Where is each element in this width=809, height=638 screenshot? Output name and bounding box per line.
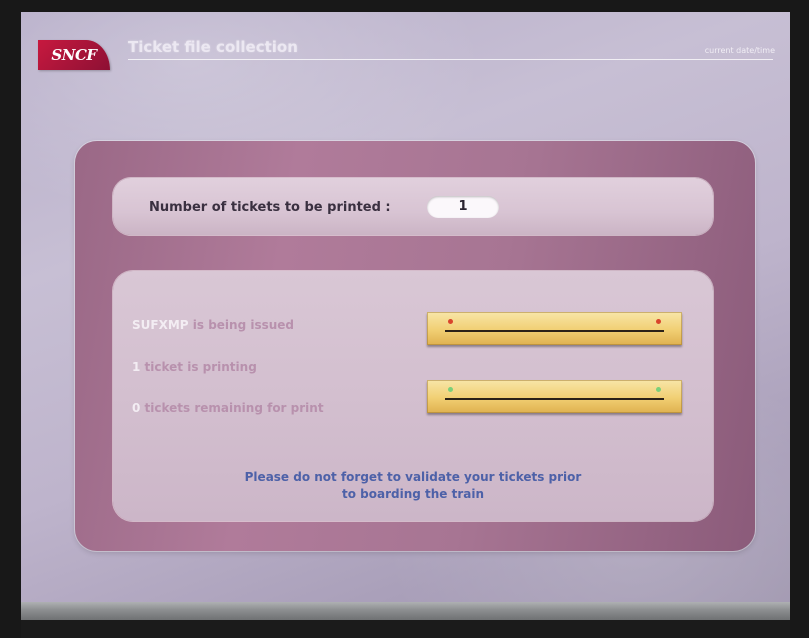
remaining-status-text: tickets remaining for print [140, 401, 324, 415]
issuing-progress-bar [427, 312, 682, 345]
ticket-count-value: 1 [427, 196, 499, 218]
issuing-progress-track [445, 330, 664, 332]
header: SNCF Ticket file collection current date… [21, 12, 790, 72]
booking-reference: SUFXMP [132, 318, 189, 332]
title-underline [128, 59, 773, 60]
ticket-count-box: Number of tickets to be printed : 1 [113, 178, 713, 235]
footer-shadow [21, 620, 790, 638]
main-panel: Number of tickets to be printed : 1 SUFX… [75, 141, 755, 551]
current-datetime: current date/time [704, 46, 775, 55]
printing-progress-track [445, 398, 664, 400]
footer-bar [21, 602, 790, 620]
printing-progress-start-dot [448, 387, 453, 392]
validation-notice: Please do not forget to validate your ti… [113, 469, 713, 503]
issuing-status-text: is being issued [188, 318, 295, 332]
issuing-progress-start-dot [448, 319, 453, 324]
printing-status: 1 ticket is printing [132, 360, 257, 374]
validation-notice-line2: to boarding the train [341, 487, 485, 501]
print-status-box: SUFXMP is being issued 1 ticket is print… [113, 271, 713, 521]
printing-status-text: ticket is printing [140, 360, 257, 374]
page-title: Ticket file collection [128, 38, 298, 56]
sncf-logo: SNCF [38, 40, 110, 70]
issuing-progress-end-dot [656, 319, 661, 324]
kiosk-screen: SNCF Ticket file collection current date… [21, 12, 790, 638]
validation-notice-line1: Please do not forget to validate your ti… [244, 470, 582, 484]
remaining-status: 0 tickets remaining for print [132, 401, 324, 415]
printing-progress-end-dot [656, 387, 661, 392]
printing-progress-bar [427, 380, 682, 413]
ticket-count-label: Number of tickets to be printed : [149, 200, 391, 215]
issuing-status: SUFXMP is being issued [132, 318, 294, 332]
